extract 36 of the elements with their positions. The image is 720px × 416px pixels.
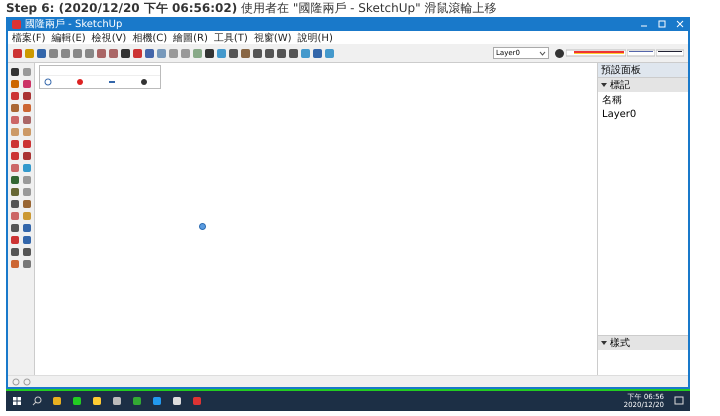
search-icon[interactable] [32,396,42,406]
tool-icon[interactable] [140,78,148,86]
tool-icon[interactable] [120,48,131,58]
tool-icon[interactable] [252,48,263,58]
menu-item[interactable]: 視窗(W) [254,30,292,44]
section-header[interactable]: 標記 [598,77,688,92]
tool-icon[interactable] [108,78,116,86]
tool-icon[interactable] [228,48,239,58]
close-icon[interactable] [676,20,684,28]
tool-icon[interactable] [204,48,215,58]
menu-item[interactable]: 檔案(F) [12,30,46,44]
tool-icon[interactable] [44,78,52,86]
menu-item[interactable]: 編輯(E) [52,30,86,44]
notification-icon[interactable] [674,396,684,406]
tray-title: 預設面板 [598,63,688,77]
shadow-icon[interactable] [554,48,565,58]
window-title: 國隆兩戶 - SketchUp [25,18,122,31]
date-slider-drawing[interactable] [627,48,655,58]
menu-item[interactable]: 繪圖(R) [173,30,208,44]
maximize-icon[interactable] [658,20,666,28]
tool-icon[interactable] [288,48,299,58]
column-header: 名稱 [601,94,623,108]
menu-item[interactable]: 工具(T) [214,30,248,44]
cursor-dot-icon [199,223,206,230]
app-logo-icon [12,20,21,28]
step-caption: Step 6: (2020/12/20 下午 06:56:02) 使用者在 "國隆兩戶 - SketchUp" 滑鼠滾輪上移 [5,0,498,17]
menu-item[interactable]: 檢視(V) [92,30,126,44]
tool-icon[interactable] [264,48,275,58]
start-icon[interactable] [12,396,22,406]
time-slider-drawing[interactable] [656,48,684,58]
menu-item[interactable]: 說明(H) [298,30,333,44]
section-header[interactable]: 樣式 [598,335,688,350]
tag-row[interactable]: Layer0 [598,108,688,121]
tool-icon[interactable] [276,48,287,58]
menu-item[interactable]: 相機(C) [132,30,168,44]
caret-icon [539,50,546,56]
